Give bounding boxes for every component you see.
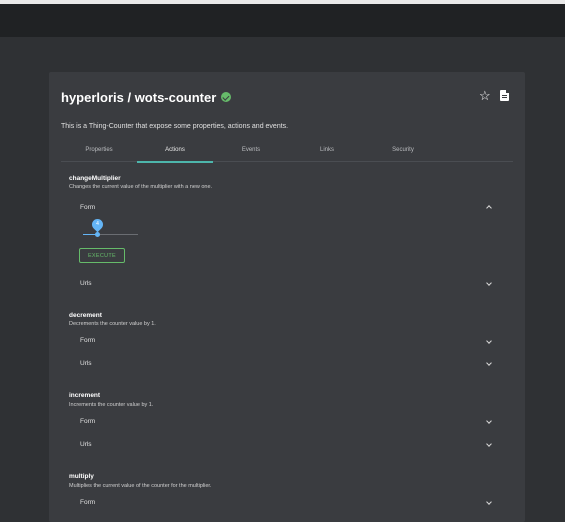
page-title: hyperloris / wots-counter xyxy=(61,88,232,106)
action-description-changemultiplier: Changes the current value of the multipl… xyxy=(69,184,213,190)
thing-description: This is a Thing-Counter that expose some… xyxy=(61,123,289,130)
multiplier-slider[interactable]: 4 xyxy=(83,216,138,244)
app-bar xyxy=(0,4,565,37)
document-icon[interactable] xyxy=(500,90,509,101)
chevron-down-icon[interactable] xyxy=(486,281,492,287)
form-toggle-decrement[interactable]: Form xyxy=(80,337,95,344)
slider-thumb[interactable] xyxy=(95,232,100,237)
chevron-up-icon[interactable] xyxy=(486,204,492,210)
slider-value: 4 xyxy=(96,221,99,227)
chevron-down-icon[interactable] xyxy=(486,339,492,345)
action-name-changemultiplier: changeMultiplier xyxy=(69,175,121,182)
chevron-down-icon[interactable] xyxy=(486,500,492,506)
thing-title: hyperloris / wots-counter xyxy=(61,89,217,105)
form-toggle-multiply[interactable]: Form xyxy=(80,499,95,506)
action-description-decrement: Decrements the counter value by 1. xyxy=(69,321,156,327)
execute-button[interactable]: EXECUTE xyxy=(79,248,125,263)
urls-toggle-increment[interactable]: Urls xyxy=(80,441,92,448)
check-circle-icon xyxy=(221,92,232,102)
chevron-down-icon[interactable] xyxy=(486,442,492,448)
tab-actions[interactable]: Actions xyxy=(137,142,213,163)
slider-value-bubble: 4 xyxy=(89,216,106,233)
chevron-down-icon[interactable] xyxy=(486,419,492,425)
form-toggle-increment[interactable]: Form xyxy=(80,418,95,425)
chevron-down-icon[interactable] xyxy=(486,361,492,367)
action-name-multiply: multiply xyxy=(69,473,94,480)
action-name-increment: increment xyxy=(69,392,101,399)
form-toggle-changemultiplier[interactable]: Form xyxy=(80,204,95,211)
tab-bar: Properties Actions Events Links Security xyxy=(61,142,513,163)
action-description-multiply: Multiplies the current value of the coun… xyxy=(69,483,212,489)
action-description-increment: Increments the counter value by 1. xyxy=(69,402,154,408)
star-icon[interactable]: ☆ xyxy=(479,89,491,103)
urls-toggle-decrement[interactable]: Urls xyxy=(80,360,92,367)
tab-security[interactable]: Security xyxy=(365,142,441,162)
action-name-decrement: decrement xyxy=(69,312,102,319)
tab-links[interactable]: Links xyxy=(289,142,365,162)
tab-events[interactable]: Events xyxy=(213,142,289,162)
thing-card: hyperloris / wots-counter ☆ This is a Th… xyxy=(49,72,525,522)
urls-toggle-changemultiplier[interactable]: Urls xyxy=(80,280,92,287)
tab-properties[interactable]: Properties xyxy=(61,142,137,162)
